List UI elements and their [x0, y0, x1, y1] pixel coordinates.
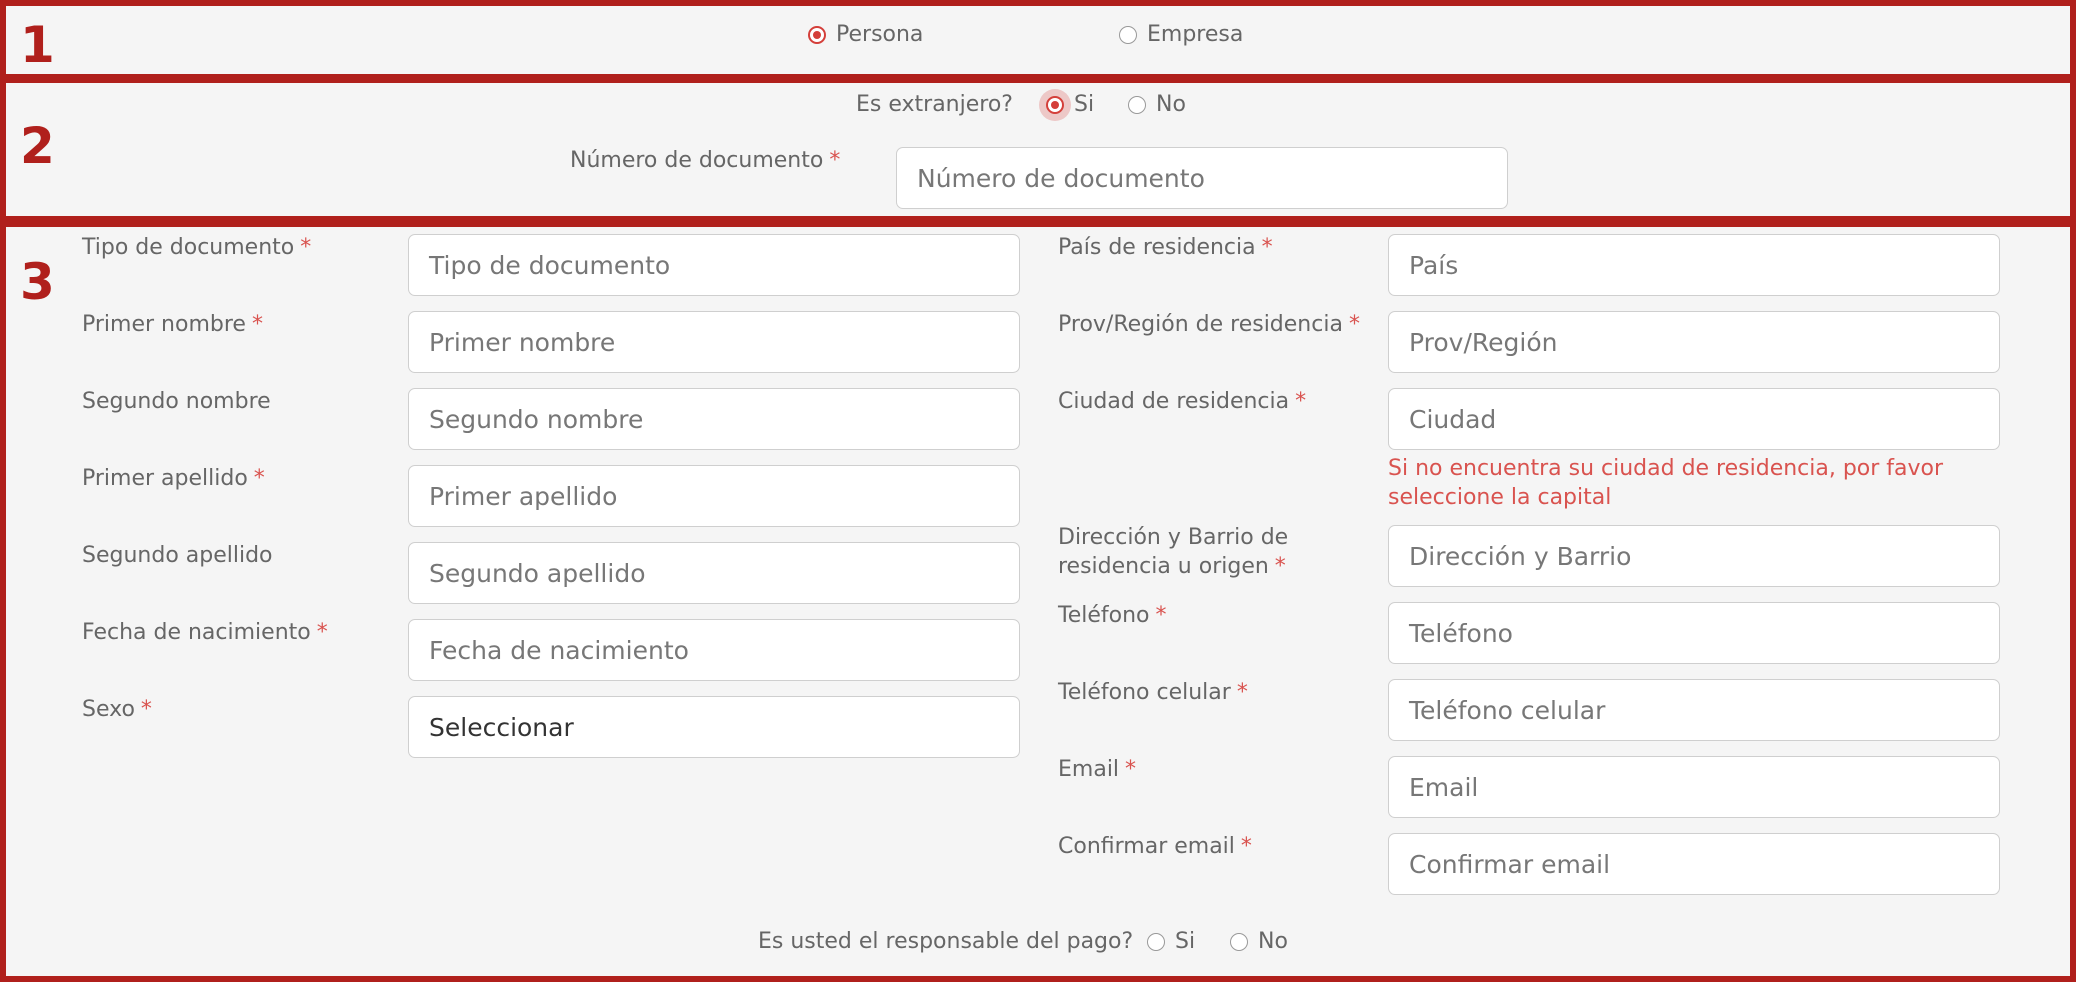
radio-empresa[interactable]: Empresa: [1119, 22, 1243, 47]
required-marker: *: [829, 148, 841, 173]
telefono-celular-input[interactable]: Teléfono celular: [1388, 679, 2000, 741]
label-telefono-celular: Teléfono celular *: [1058, 678, 1248, 707]
label-confirmar-email: Confirmar email *: [1058, 832, 1252, 861]
required-marker: *: [1155, 603, 1167, 628]
label-ciudad-residencia: Ciudad de residencia *: [1058, 387, 1306, 416]
section-number-2: 2: [20, 117, 55, 175]
radio-pago-no-label: No: [1258, 929, 1288, 954]
label-email: Email *: [1058, 755, 1136, 784]
payer-question: Es usted el responsable del pago?: [758, 929, 1134, 954]
radio-pago-no[interactable]: No: [1230, 929, 1288, 954]
radio-pago-si-circle[interactable]: [1147, 932, 1165, 951]
required-marker: *: [300, 235, 312, 260]
required-marker: *: [1274, 554, 1286, 579]
label-text: País de residencia: [1058, 235, 1256, 260]
city-hint-line1: Si no encuentra su ciudad de residencia,…: [1388, 456, 1944, 481]
label-text: Teléfono celular: [1058, 680, 1231, 705]
radio-empresa-label: Empresa: [1147, 22, 1244, 47]
required-marker: *: [316, 620, 328, 645]
foreigner-question: Es extranjero?: [856, 92, 1013, 117]
label-direccion-barrio: Dirección y Barrio de residencia u orige…: [1058, 523, 1288, 581]
label-text-line2: residencia u origen: [1058, 554, 1269, 579]
required-marker: *: [140, 697, 152, 722]
primer-apellido-input[interactable]: Primer apellido: [408, 465, 1020, 527]
pais-input[interactable]: País: [1388, 234, 2000, 296]
segundo-apellido-input[interactable]: Segundo apellido: [408, 542, 1020, 604]
radio-pago-no-circle[interactable]: [1230, 932, 1248, 951]
sexo-select[interactable]: Seleccionar: [408, 696, 1020, 758]
section-personal-data: 3 Tipo de documento * Tipo de documento P…: [0, 221, 2076, 982]
label-text-line1: Dirección y Barrio de: [1058, 525, 1289, 550]
label-segundo-apellido: Segundo apellido: [82, 541, 273, 570]
label-telefono: Teléfono *: [1058, 601, 1167, 630]
telefono-input[interactable]: Teléfono: [1388, 602, 2000, 664]
radio-extranjero-si-circle[interactable]: [1046, 95, 1064, 114]
document-number-label: Número de documento *: [570, 146, 840, 175]
section-number-1: 1: [20, 16, 55, 74]
radio-extranjero-si-label: Si: [1074, 92, 1095, 117]
required-marker: *: [1125, 757, 1137, 782]
fecha-nacimiento-input[interactable]: Fecha de nacimiento: [408, 619, 1020, 681]
radio-extranjero-no[interactable]: No: [1128, 92, 1186, 117]
label-text: Prov/Región de residencia: [1058, 312, 1343, 337]
ciudad-input[interactable]: Ciudad: [1388, 388, 2000, 450]
label-fecha-nacimiento: Fecha de nacimiento *: [82, 618, 328, 647]
radio-pago-si-label: Si: [1175, 929, 1196, 954]
radio-persona-circle[interactable]: [808, 25, 826, 44]
label-text: Teléfono: [1058, 603, 1150, 628]
label-primer-nombre: Primer nombre *: [82, 310, 263, 339]
primer-nombre-input[interactable]: Primer nombre: [408, 311, 1020, 373]
label-text: Segundo apellido: [82, 543, 273, 568]
required-marker: *: [1240, 834, 1252, 859]
email-input[interactable]: Email: [1388, 756, 2000, 818]
section-number-3: 3: [20, 253, 55, 311]
segundo-nombre-input[interactable]: Segundo nombre: [408, 388, 1020, 450]
radio-extranjero-no-circle[interactable]: [1128, 95, 1146, 114]
tipo-documento-input[interactable]: Tipo de documento: [408, 234, 1020, 296]
label-text: Primer nombre: [82, 312, 246, 337]
label-text: Segundo nombre: [82, 389, 271, 414]
radio-extranjero-no-label: No: [1156, 92, 1186, 117]
radio-persona[interactable]: Persona: [808, 22, 923, 47]
document-number-label-text: Número de documento: [570, 148, 824, 173]
label-text: Tipo de documento: [82, 235, 295, 260]
label-text: Primer apellido: [82, 466, 248, 491]
label-text: Confirmar email: [1058, 834, 1235, 859]
radio-pago-si[interactable]: Si: [1147, 929, 1195, 954]
section-foreigner-document: 2 Es extranjero? Si No Número de documen…: [0, 77, 2076, 222]
document-number-input[interactable]: Número de documento: [896, 147, 1508, 209]
city-hint: Si no encuentra su ciudad de residencia,…: [1388, 454, 1943, 512]
label-text: Ciudad de residencia: [1058, 389, 1290, 414]
city-hint-line2: seleccione la capital: [1388, 485, 1612, 510]
label-prov-region: Prov/Región de residencia *: [1058, 310, 1360, 339]
label-text: Sexo: [82, 697, 135, 722]
radio-persona-label: Persona: [836, 22, 924, 47]
label-text: Email: [1058, 757, 1120, 782]
radio-empresa-circle[interactable]: [1119, 25, 1137, 44]
confirmar-email-input[interactable]: Confirmar email: [1388, 833, 2000, 895]
required-marker: *: [1295, 389, 1307, 414]
direccion-barrio-input[interactable]: Dirección y Barrio: [1388, 525, 2000, 587]
required-marker: *: [253, 466, 265, 491]
label-segundo-nombre: Segundo nombre: [82, 387, 271, 416]
label-pais-residencia: País de residencia *: [1058, 233, 1273, 262]
label-primer-apellido: Primer apellido *: [82, 464, 265, 493]
required-marker: *: [251, 312, 263, 337]
required-marker: *: [1348, 312, 1360, 337]
radio-extranjero-si[interactable]: Si: [1046, 92, 1094, 117]
section-person-type: 1 Persona Empresa: [0, 0, 2076, 80]
prov-region-input[interactable]: Prov/Región: [1388, 311, 2000, 373]
label-tipo-documento: Tipo de documento *: [82, 233, 311, 262]
required-marker: *: [1236, 680, 1248, 705]
label-text: Fecha de nacimiento: [82, 620, 311, 645]
required-marker: *: [1261, 235, 1273, 260]
label-sexo: Sexo *: [82, 695, 152, 724]
